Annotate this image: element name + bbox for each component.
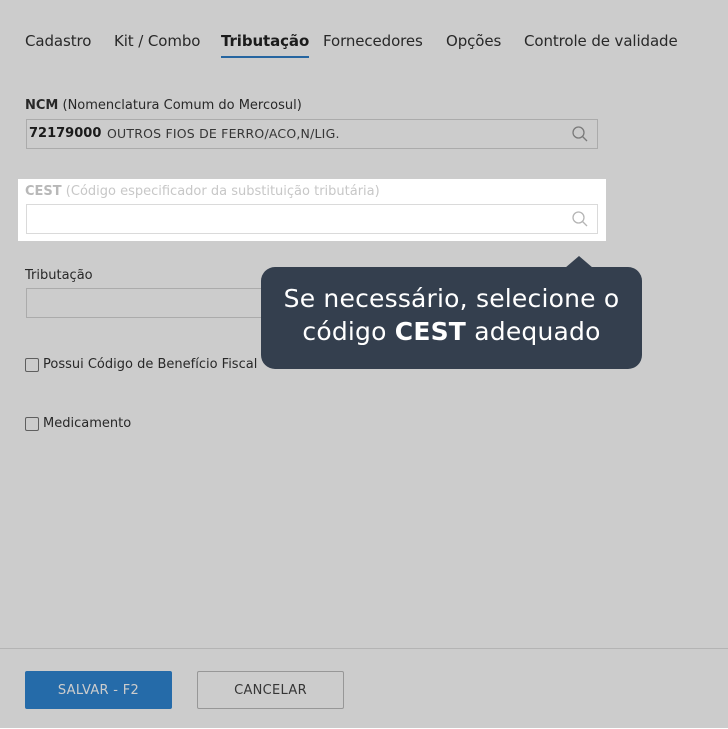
tab-opcoes[interactable]: Opções [446, 32, 501, 56]
tutorial-tooltip: Se necessário, selecione o código CEST a… [261, 256, 642, 369]
search-icon[interactable] [571, 210, 589, 228]
tab-controle-validade[interactable]: Controle de validade [524, 32, 678, 56]
medicamento-row[interactable]: Medicamento [25, 416, 131, 431]
medicamento-label: Medicamento [43, 416, 132, 431]
tributacao-label: Tributação [25, 268, 93, 283]
ncm-label-rest: (Nomenclatura Comum do Mercosul) [58, 98, 302, 113]
cest-label-rest: (Código especificador da substituição tr… [61, 184, 380, 199]
beneficio-fiscal-label: Possui Código de Benefício Fiscal [43, 357, 258, 372]
tooltip-line-1: Se necessário, selecione o [283, 284, 620, 313]
form-footer: SALVAR - F2 CANCELAR [0, 648, 728, 729]
beneficio-fiscal-row[interactable]: Possui Código de Benefício Fiscal [25, 357, 257, 372]
cest-label: CEST (Código especificador da substituiç… [25, 184, 380, 199]
ncm-label-bold: NCM [25, 98, 59, 113]
cest-highlight-panel: CEST (Código especificador da substituiç… [18, 179, 606, 241]
search-icon[interactable] [571, 125, 589, 143]
tooltip-line-2: código CEST adequado [261, 315, 642, 348]
tab-cadastro[interactable]: Cadastro [25, 32, 91, 56]
ncm-field[interactable]: 72179000 OUTROS FIOS DE FERRO/ACO,N/LIG. [26, 119, 598, 149]
beneficio-fiscal-checkbox[interactable] [25, 357, 39, 372]
tooltip-arrow [565, 256, 593, 268]
ncm-description: OUTROS FIOS DE FERRO/ACO,N/LIG. [107, 126, 340, 141]
tab-kit-combo[interactable]: Kit / Combo [114, 32, 200, 56]
ncm-code: 72179000 [29, 126, 102, 141]
cest-label-bold: CEST [25, 184, 62, 199]
tooltip-line-2-pre: código [302, 317, 395, 346]
save-button[interactable]: SALVAR - F2 [25, 671, 172, 709]
tooltip-line-2-post: adequado [466, 317, 601, 346]
cest-field[interactable] [26, 204, 598, 234]
cancel-button[interactable]: CANCELAR [197, 671, 344, 709]
tooltip-line-2-bold: CEST [394, 317, 467, 346]
medicamento-checkbox[interactable] [25, 416, 39, 431]
tab-tributacao[interactable]: Tributação [221, 32, 309, 58]
ncm-label: NCM (Nomenclatura Comum do Mercosul) [25, 98, 302, 113]
tab-fornecedores[interactable]: Fornecedores [323, 32, 423, 56]
